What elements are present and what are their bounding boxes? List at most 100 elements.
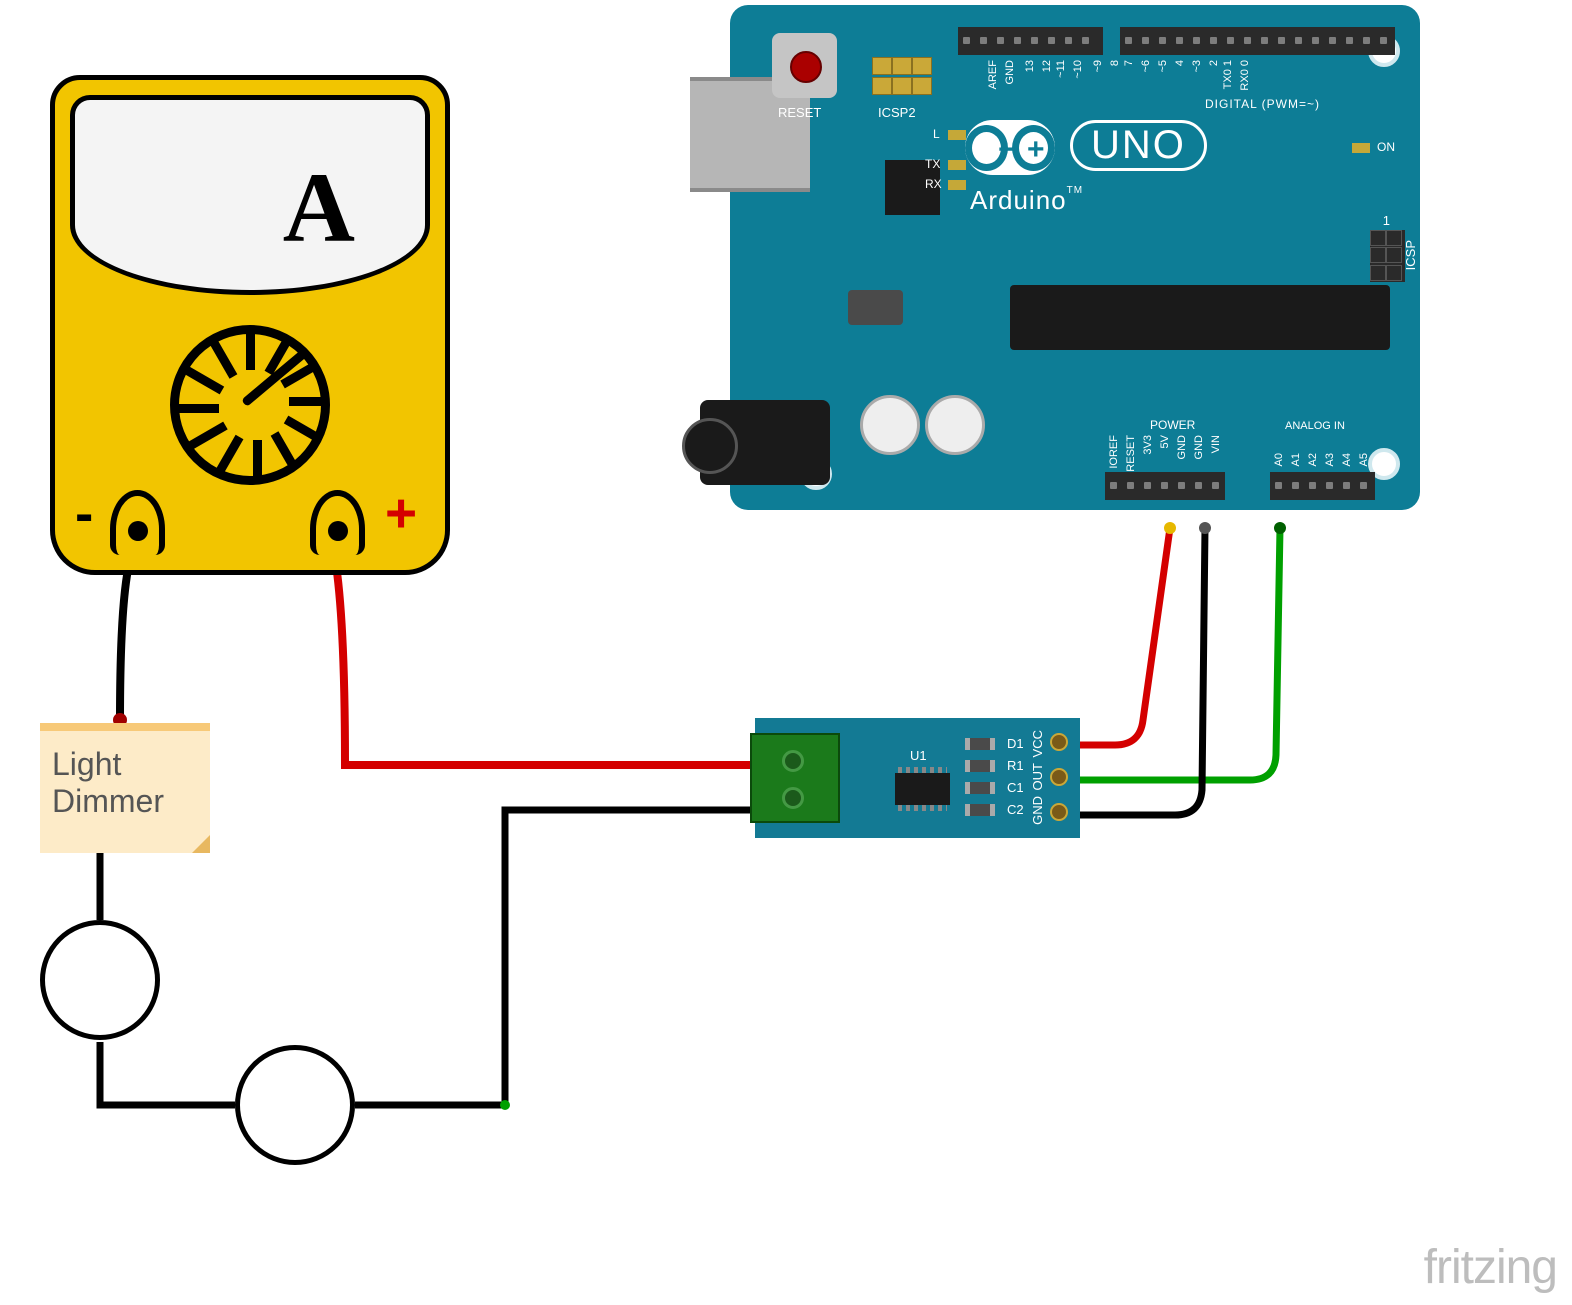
rx-led (948, 180, 966, 190)
pin-label: AREF (987, 60, 999, 89)
pin-label: RX0 0 (1239, 60, 1251, 91)
pin-label: 12 (1041, 60, 1053, 72)
pin-label: A1 (1290, 453, 1302, 466)
pin-label: GND (1193, 435, 1205, 459)
pin-label: ~9 (1092, 60, 1104, 73)
wire-ammeter-pos-to-sensor (335, 558, 790, 765)
sensor-ic-label: U1 (910, 748, 927, 763)
pin-label: RESET (1125, 435, 1137, 472)
pin-label: 7 (1123, 60, 1135, 66)
icsp2-header[interactable] (872, 57, 940, 97)
positive-sign: + (385, 481, 417, 545)
logo-minus: − (998, 133, 1016, 167)
smd-label: C1 (1007, 780, 1024, 795)
analog-header[interactable] (1270, 472, 1375, 500)
pin-label: TX0 1 (1222, 60, 1234, 89)
sensor-screw-terminal[interactable] (750, 733, 840, 823)
smd-label: C2 (1007, 802, 1024, 817)
sticky-note-light-dimmer: Light Dimmer (40, 723, 210, 853)
wire-ac-to-lamp (100, 1042, 235, 1105)
smd-c1 (965, 782, 995, 794)
pin-label: A5 (1358, 453, 1370, 466)
icsp-1-label: 1 (1383, 213, 1390, 228)
smd-label: D1 (1007, 736, 1024, 751)
analog-section-label: ANALOG IN (1285, 420, 1345, 432)
digital-section-label: DIGITAL (PWM=~) (1205, 97, 1320, 111)
ammeter-unit-label: A (283, 150, 355, 265)
pin-label: 3V3 (1142, 435, 1154, 455)
pin-label: 8 (1109, 60, 1121, 66)
wire-ammeter-neg-to-dimmer (120, 560, 130, 720)
wire-sensor-gnd-to-gnd (1065, 528, 1205, 815)
wire-lamp-to-sensor (355, 810, 790, 1105)
smd-r1 (965, 760, 995, 772)
pin-label: 2 (1208, 60, 1220, 66)
pin-label: GND (1004, 60, 1016, 84)
digital-header-left[interactable] (958, 27, 1103, 55)
pin-label: GND (1176, 435, 1188, 459)
atmega-chip (1010, 285, 1390, 350)
arduino-uno-board: RESET ICSP2 − + UNO ArduinoTM ON L TX RX (730, 5, 1420, 510)
capacitor (860, 395, 920, 455)
pin-label: IOREF (1108, 435, 1120, 469)
sensor-pin-label: GND (1030, 796, 1045, 825)
negative-sign: - (75, 481, 93, 545)
tx-led-label: TX (925, 157, 940, 171)
pin-label: ~3 (1191, 60, 1203, 73)
wire-junction (500, 1100, 510, 1110)
l-led (948, 130, 966, 140)
fritzing-watermark: fritzing (1424, 1240, 1557, 1295)
sensor-pin-label: VCC (1030, 730, 1045, 757)
pin-label: VIN (1210, 435, 1222, 453)
arduino-brand-label: ArduinoTM (970, 185, 1083, 216)
pin-label: ~5 (1157, 60, 1169, 73)
lamp-symbol (235, 1045, 355, 1165)
icsp-header[interactable] (1370, 230, 1405, 282)
power-header[interactable] (1105, 472, 1225, 500)
pin-label: A2 (1307, 453, 1319, 466)
wire-end (1274, 522, 1286, 534)
note-line1: Light (52, 746, 198, 783)
note-line2: Dimmer (52, 783, 198, 820)
l-led-label: L (933, 127, 940, 141)
reset-button[interactable] (772, 33, 837, 98)
icsp-label: ICSP (1403, 240, 1418, 270)
logo-plus: + (1027, 133, 1045, 167)
sensor-pin-gnd[interactable] (1050, 803, 1068, 821)
smd-c2 (965, 804, 995, 816)
sensor-pin-label: OUT (1030, 763, 1045, 790)
sensor-pin-out[interactable] (1050, 768, 1068, 786)
pin-label: 13 (1024, 60, 1036, 72)
pin-label: ~10 (1072, 60, 1084, 79)
uno-model-label: UNO (1070, 120, 1207, 171)
power-section-label: POWER (1150, 418, 1195, 432)
ac-source-symbol (40, 920, 160, 1040)
icsp2-label: ICSP2 (878, 105, 916, 120)
pin-label: 5V (1159, 435, 1171, 448)
ammeter-dial[interactable] (170, 325, 330, 485)
pin-label: A3 (1324, 453, 1336, 466)
smd-label: R1 (1007, 758, 1024, 773)
wire-end (1199, 522, 1211, 534)
capacitor (925, 395, 985, 455)
sensor-pin-vcc[interactable] (1050, 733, 1068, 751)
reset-label: RESET (778, 105, 821, 120)
pin-label: ~6 (1140, 60, 1152, 73)
pin-label: A0 (1273, 453, 1285, 466)
wire-end (1164, 522, 1176, 534)
rx-led-label: RX (925, 177, 942, 191)
digital-header-right[interactable] (1120, 27, 1395, 55)
wire-sensor-vcc-to-5v (1065, 528, 1170, 745)
analog-ammeter: A - + (50, 75, 450, 575)
pin-label: ~11 (1055, 60, 1067, 78)
ammeter-display-window: A (70, 95, 430, 295)
component (848, 290, 903, 325)
smd-d1 (965, 738, 995, 750)
power-jack[interactable] (700, 400, 830, 485)
current-sensor-module: U1 D1 R1 C1 C2 GND OUT VCC (755, 718, 1080, 838)
on-led-label: ON (1377, 140, 1395, 154)
pin-label: A4 (1341, 453, 1353, 466)
on-led (1352, 143, 1370, 153)
pin-label: 4 (1174, 60, 1186, 66)
sensor-ic (895, 773, 950, 805)
